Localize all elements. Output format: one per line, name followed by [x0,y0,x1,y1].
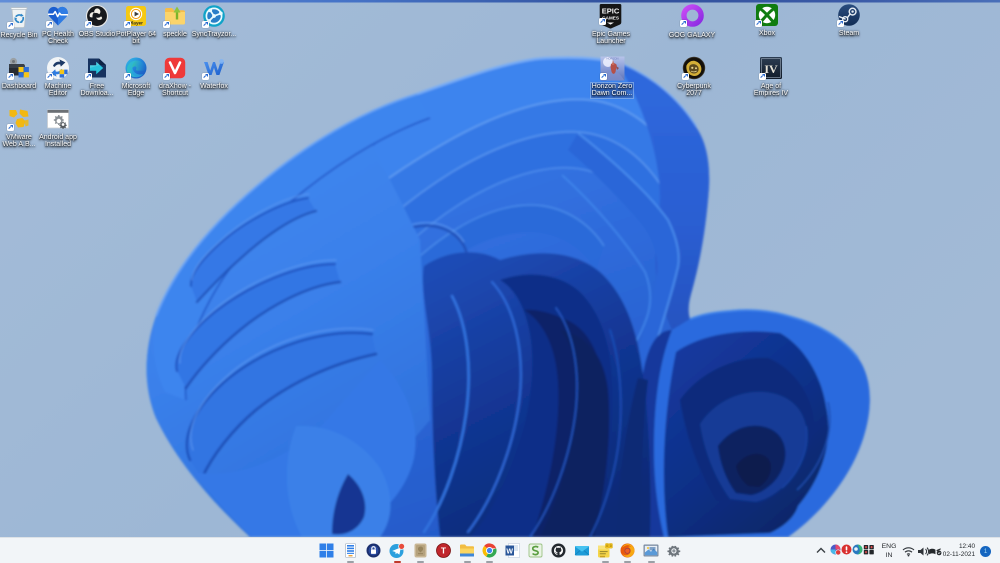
svg-text:W: W [506,548,513,555]
svg-text:IV: IV [764,62,778,76]
svg-text:HORIZON: HORIZON [607,57,619,61]
svg-text:T: T [441,546,447,556]
svg-text:EPIC: EPIC [602,7,620,16]
svg-text:0: 0 [610,544,612,548]
svg-text:0: 0 [606,544,608,548]
